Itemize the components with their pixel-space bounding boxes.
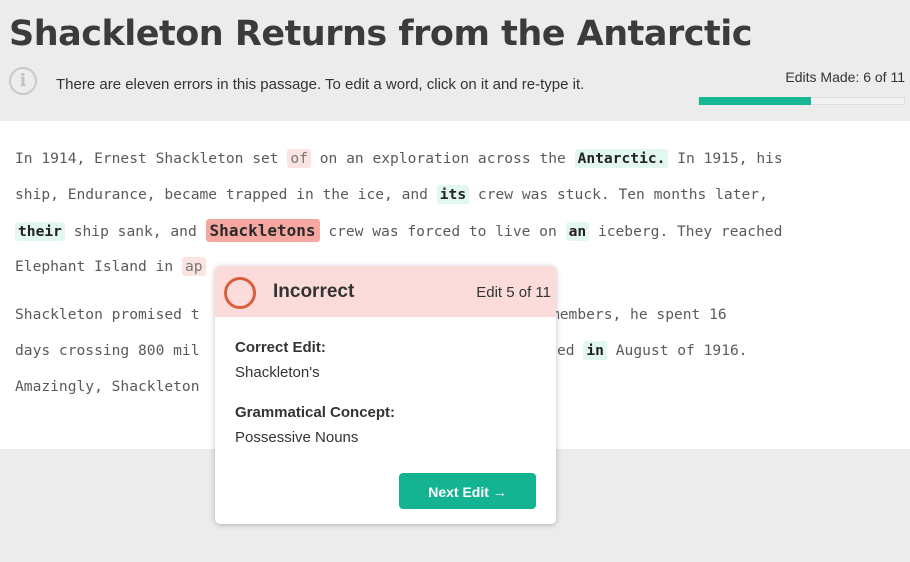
instructions-text: There are eleven errors in this passage.… — [56, 76, 585, 93]
edits-made-counter: Edits Made: 6 of 11 — [785, 69, 905, 85]
edited-word-selected[interactable]: Shackletons — [205, 219, 320, 242]
passage-words[interactable]: crew was stuck. Ten months later, — [478, 186, 768, 203]
passage-words[interactable]: In 1914, Ernest Shackleton set — [15, 150, 279, 167]
edited-word-correct[interactable]: their — [15, 222, 65, 241]
passage-words[interactable]: Amazingly, Shackleton — [15, 378, 200, 395]
passage-words[interactable]: iceberg. They reached — [598, 223, 783, 240]
incorrect-circle-icon — [224, 277, 256, 309]
edited-word-incorrect[interactable]: ap — [181, 257, 206, 276]
passage-words[interactable]: days crossing 800 mil — [15, 342, 200, 359]
info-icon: i — [9, 67, 37, 95]
passage-words[interactable]: ship sank, and — [74, 223, 197, 240]
correct-edit-label: Correct Edit: — [235, 339, 326, 356]
correct-edit-value: Shackleton's — [235, 364, 320, 381]
passage-words[interactable]: ship, Endurance, became trapped in the i… — [15, 186, 428, 203]
next-edit-button[interactable]: Next Edit → — [399, 473, 536, 509]
edited-word-correct[interactable]: Antarctic. — [574, 149, 669, 168]
passage-words[interactable]: on an exploration across the — [320, 150, 566, 167]
feedback-popup: Incorrect Edit 5 of 11 Correct Edit: Sha… — [215, 266, 556, 524]
edited-word-correct[interactable]: an — [565, 222, 590, 241]
edited-word-correct[interactable]: its — [436, 185, 470, 204]
grammatical-concept-label: Grammatical Concept: — [235, 404, 396, 421]
passage-words[interactable]: In 1915, his — [677, 150, 782, 167]
passage-words[interactable]: crew was forced to live on — [328, 223, 556, 240]
passage-line: In 1914, Ernest Shackleton set of on an … — [15, 143, 900, 179]
passage-words[interactable]: Shackleton promised t — [15, 306, 200, 323]
passage-words[interactable]: Elephant Island in — [15, 258, 173, 275]
grammatical-concept-value: Possessive Nouns — [235, 429, 359, 446]
edits-progress-fill — [699, 97, 811, 105]
popup-header: Incorrect Edit 5 of 11 — [215, 266, 556, 317]
passage-line: ship, Endurance, became trapped in the i… — [15, 179, 900, 215]
popup-status: Incorrect — [273, 281, 355, 302]
edited-word-incorrect[interactable]: of — [287, 149, 311, 168]
edited-word-correct[interactable]: in — [583, 341, 607, 360]
passage-line: their ship sank, and Shackletons crew wa… — [15, 215, 900, 251]
passage-words[interactable]: August of 1916. — [616, 342, 748, 359]
page-title: Shackleton Returns from the Antarctic — [9, 14, 753, 54]
popup-edit-counter: Edit 5 of 11 — [476, 284, 551, 301]
edits-progress-bar — [698, 97, 905, 105]
header-bar: Shackleton Returns from the Antarctic i … — [0, 0, 910, 121]
